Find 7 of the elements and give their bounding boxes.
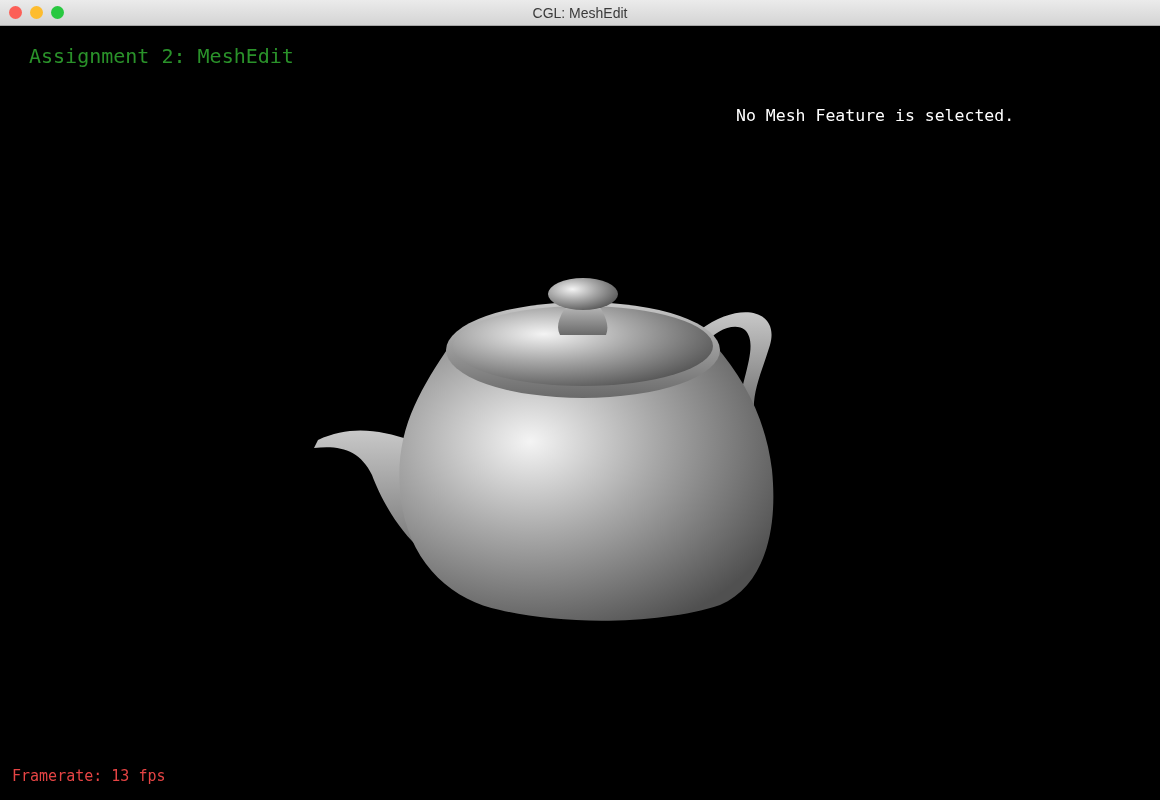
viewport-heading: Assignment 2: MeshEdit — [29, 44, 294, 68]
selection-status: No Mesh Feature is selected. — [736, 106, 1015, 125]
close-button[interactable] — [9, 6, 22, 19]
zoom-button[interactable] — [51, 6, 64, 19]
window-title: CGL: MeshEdit — [532, 4, 628, 21]
framerate-readout: Framerate: 13 fps — [12, 767, 166, 785]
minimize-button[interactable] — [30, 6, 43, 19]
